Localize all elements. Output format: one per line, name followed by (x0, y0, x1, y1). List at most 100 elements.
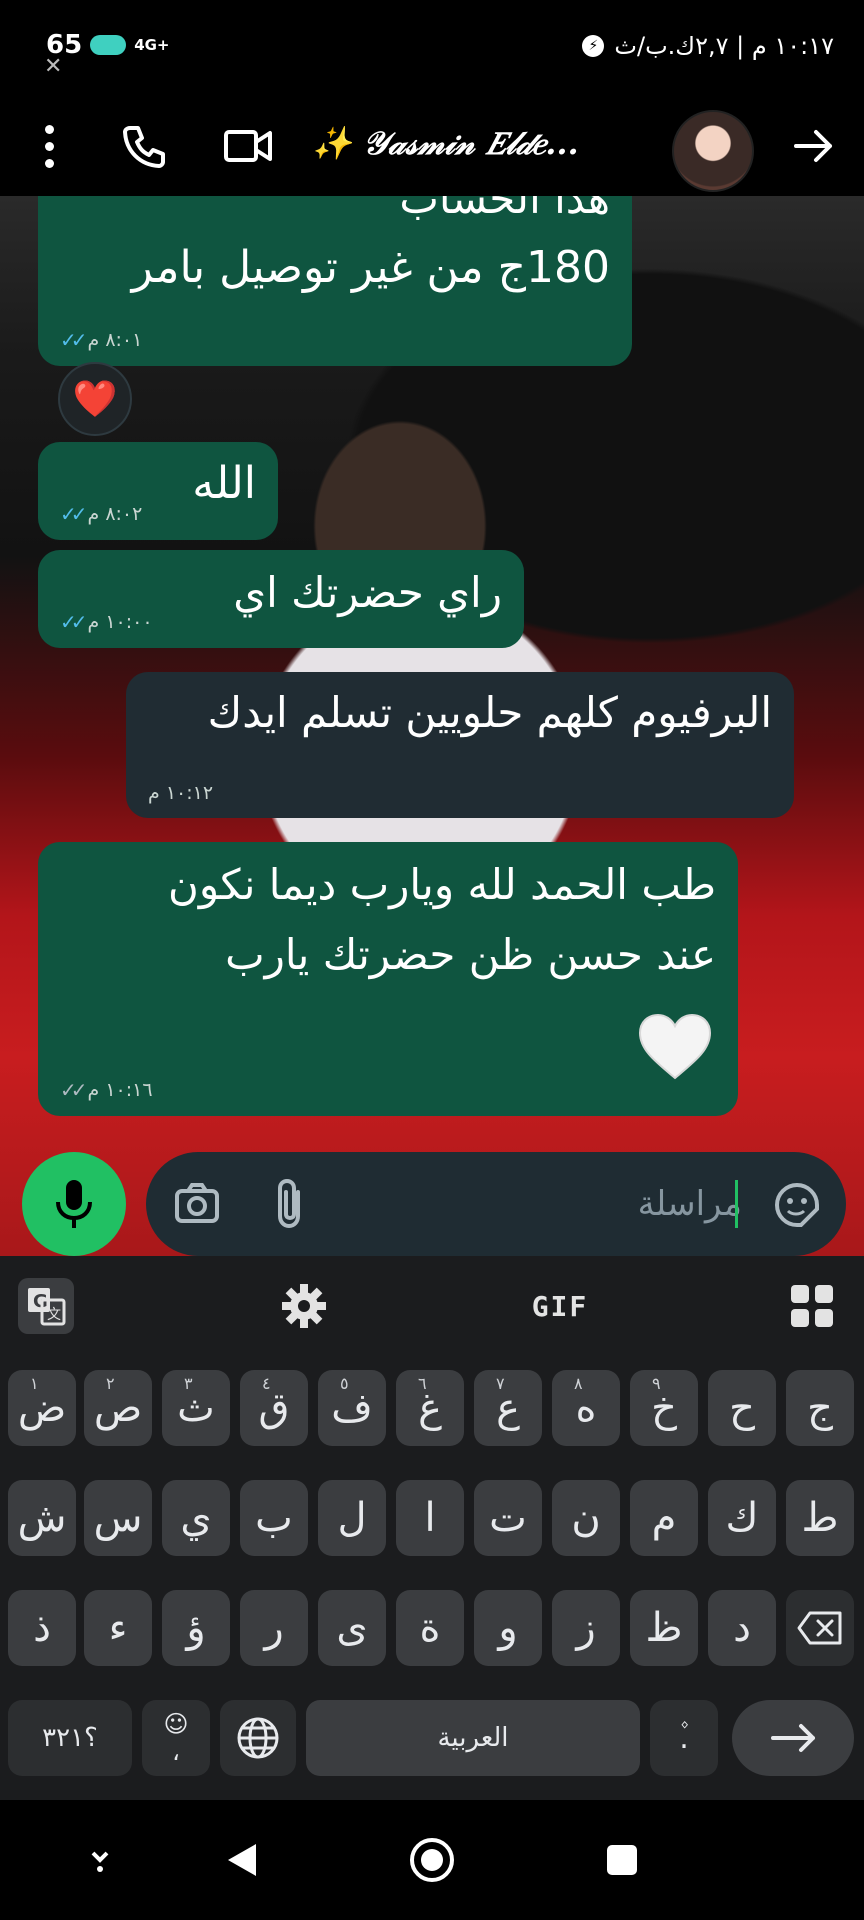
message-meta: ✓✓ ٨:٠١ م (60, 328, 142, 352)
avatar[interactable] (672, 110, 754, 192)
key[interactable]: ط (786, 1480, 854, 1556)
message-time: ٨:٠١ م (87, 329, 143, 351)
mic-button[interactable] (22, 1152, 126, 1256)
home-icon[interactable] (402, 1830, 462, 1890)
translate-icon[interactable]: G 文 (14, 1278, 78, 1334)
message-meta: ١٠:١٢ م (148, 782, 213, 804)
emoji-comma-key[interactable]: ☺ ، (142, 1700, 210, 1776)
space-key[interactable]: العربية (306, 1700, 640, 1776)
key[interactable]: ١ض (8, 1370, 76, 1446)
key[interactable]: ب (240, 1480, 308, 1556)
message-text: طب الحمد لله ويارب ديما نكون (167, 860, 716, 909)
video-call-icon[interactable] (220, 118, 276, 174)
key[interactable]: ٨ه (552, 1370, 620, 1446)
status-bar: 65 4G+ ✕ ١٠:١٧ م | ٢,٧ك.ب/ث ⚡ (0, 0, 864, 96)
key[interactable]: ٩خ (630, 1370, 698, 1446)
key[interactable]: ة (396, 1590, 464, 1666)
messenger-icon: ⚡ (582, 35, 605, 57)
key[interactable]: د (708, 1590, 776, 1666)
contact-name[interactable]: ✨ 𝒴𝒶𝓈𝓂𝒾𝓃 𝐸𝓁𝒹𝑒... (312, 124, 647, 163)
key[interactable]: ذ (8, 1590, 76, 1666)
message-meta: ✓✓ ١٠:١٦ م (60, 1078, 153, 1102)
key[interactable]: ك (708, 1480, 776, 1556)
key[interactable]: ٢ص (84, 1370, 152, 1446)
message-text: 180ج من غير توصيل بامر (131, 242, 610, 293)
key[interactable]: ٤ق (240, 1370, 308, 1446)
status-time-speed: ١٠:١٧ م | ٢,٧ك.ب/ث (614, 32, 834, 60)
more-vert-icon[interactable] (34, 118, 64, 174)
mic-icon (56, 1180, 92, 1228)
period-key[interactable]: ۫. (650, 1700, 718, 1776)
key[interactable]: ؤ (162, 1590, 230, 1666)
message-placeholder: مراسلة (637, 1184, 742, 1224)
key[interactable]: ش (8, 1480, 76, 1556)
chat-area[interactable]: هذا الحساب 180ج من غير توصيل بامر ✓✓ ٨:٠… (0, 196, 864, 1256)
backspace-key[interactable] (786, 1590, 854, 1666)
key[interactable]: ٧ع (474, 1370, 542, 1446)
keyboard-toolbar: G 文 GIF (0, 1256, 864, 1354)
recents-icon[interactable] (592, 1830, 652, 1890)
read-ticks-icon: ✓✓ (60, 328, 87, 352)
backspace-icon (797, 1611, 842, 1645)
key[interactable]: ا (396, 1480, 464, 1556)
read-ticks-icon: ✓✓ (60, 502, 87, 526)
enter-arrow-icon (771, 1724, 815, 1752)
attach-icon[interactable] (274, 1178, 310, 1230)
message-text: البرفيوم كلهم حلويين تسلم ايدك (207, 688, 772, 737)
battery-icon (90, 35, 127, 55)
message-bubble-in[interactable]: البرفيوم كلهم حلويين تسلم ايدك ١٠:١٢ م (126, 672, 794, 818)
key[interactable]: ج (786, 1370, 854, 1446)
key[interactable]: ٦غ (396, 1370, 464, 1446)
message-meta: ✓✓ ٨:٠٢ م (60, 502, 142, 526)
status-left: 65 4G+ (46, 30, 170, 60)
white-heart-icon (638, 1013, 712, 1080)
gif-button[interactable]: GIF (520, 1278, 600, 1334)
navigation-bar (0, 1800, 864, 1920)
read-ticks-icon: ✓✓ (60, 610, 87, 634)
message-bubble-out[interactable]: الله ✓✓ ٨:٠٢ م (38, 442, 278, 540)
symbols-key[interactable]: ؟٣٢١ (8, 1700, 132, 1776)
key[interactable]: ل (318, 1480, 386, 1556)
key[interactable]: ن (552, 1480, 620, 1556)
status-right: ١٠:١٧ م | ٢,٧ك.ب/ث ⚡ (582, 32, 834, 60)
text-caret (735, 1180, 738, 1228)
key[interactable]: ٥ف (318, 1370, 386, 1446)
language-key[interactable] (220, 1700, 296, 1776)
keyboard: G 文 GIF ج ح ٩ خ ٨ ه ٧ ع ٦ غ ٥ ف ٤ ق ٣ ث … (0, 1256, 864, 1800)
enter-key[interactable] (732, 1700, 854, 1776)
message-time: ٨:٠٢ م (87, 503, 143, 525)
key[interactable]: ي (162, 1480, 230, 1556)
key[interactable]: ظ (630, 1590, 698, 1666)
message-input[interactable]: مراسلة (146, 1152, 846, 1256)
key[interactable]: ز (552, 1590, 620, 1666)
message-bubble-out[interactable]: راي حضرتك اي ✓✓ ١٠:٠٠ م (38, 550, 524, 648)
delivered-ticks-icon: ✓✓ (60, 1078, 87, 1102)
apps-grid-icon[interactable] (784, 1278, 840, 1334)
phone-icon[interactable] (116, 118, 172, 174)
key[interactable]: ٣ث (162, 1370, 230, 1446)
network-indicator: 4G+ (134, 35, 170, 54)
message-text: عند حسن ظن حضرتك يارب (225, 930, 716, 979)
reaction-heart-icon[interactable]: ❤️ (58, 362, 132, 436)
key[interactable]: ء (84, 1590, 152, 1666)
message-time: ١٠:١٢ م (148, 782, 214, 804)
key[interactable]: س (84, 1480, 152, 1556)
key[interactable]: ى (318, 1590, 386, 1666)
composer: مراسلة (0, 1130, 864, 1256)
message-bubble-out[interactable]: طب الحمد لله ويارب ديما نكون عند حسن ظن … (38, 842, 738, 1116)
message-bubble-out[interactable]: هذا الحساب 180ج من غير توصيل بامر ✓✓ ٨:٠… (38, 196, 632, 366)
emoji-icon: ☺ (163, 1710, 189, 1738)
back-icon[interactable] (212, 1830, 272, 1890)
key[interactable]: ت (474, 1480, 542, 1556)
sticker-icon[interactable] (774, 1182, 820, 1228)
message-meta: ✓✓ ١٠:٠٠ م (60, 610, 153, 634)
message-time: ١٠:١٦ م (87, 1079, 153, 1101)
settings-icon[interactable] (272, 1278, 336, 1334)
keyboard-hide-icon[interactable] (70, 1830, 130, 1890)
camera-icon[interactable] (174, 1182, 220, 1226)
key[interactable]: و (474, 1590, 542, 1666)
key[interactable]: ر (240, 1590, 308, 1666)
key[interactable]: ح (708, 1370, 776, 1446)
arrow-right-icon[interactable] (786, 118, 842, 174)
key[interactable]: م (630, 1480, 698, 1556)
